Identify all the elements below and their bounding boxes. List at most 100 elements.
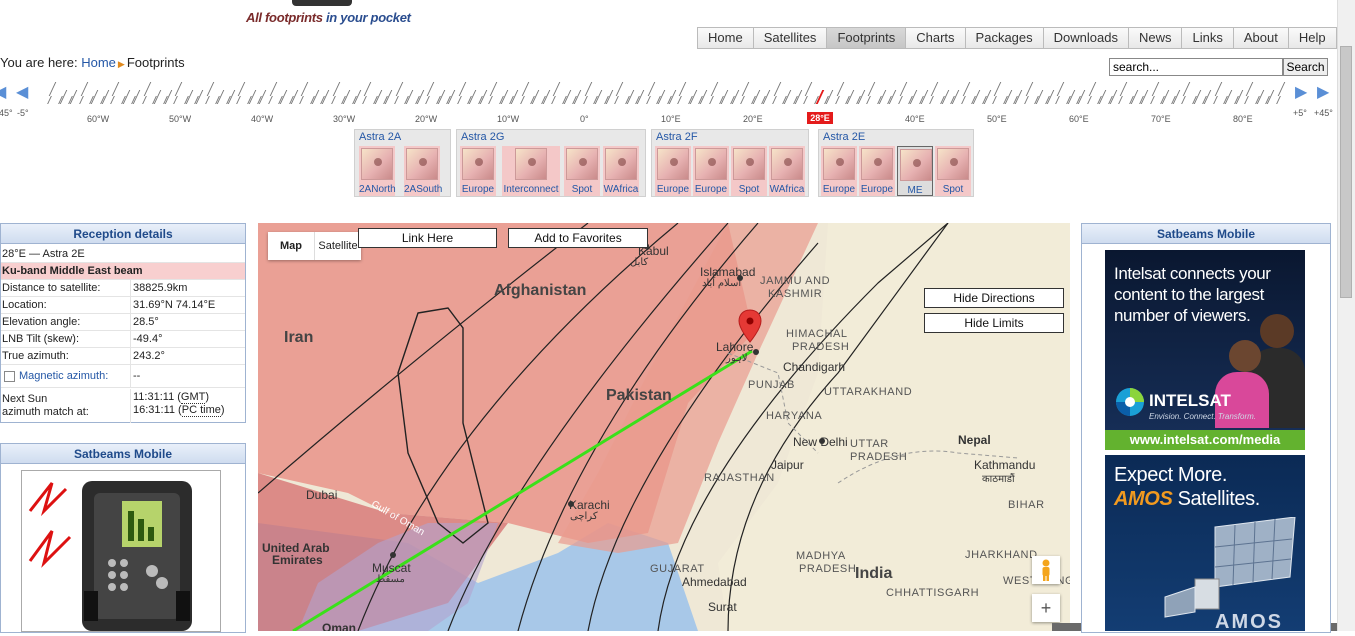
magnetic-azimuth-label[interactable]: Magnetic azimuth: (19, 370, 108, 382)
satellite-group-title[interactable]: Astra 2G (461, 131, 504, 143)
satellite-orbit-tick[interactable] (299, 96, 304, 104)
satellite-orbit-tick[interactable] (394, 96, 399, 104)
satellite-orbit-tick[interactable] (1244, 96, 1249, 104)
satellite-orbit-tick[interactable] (206, 82, 215, 96)
satellite-orbit-tick[interactable] (142, 96, 147, 104)
scroll-left-far-icon[interactable]: ◀ (0, 82, 6, 102)
satellite-orbit-tick[interactable] (80, 82, 89, 96)
nav-charts[interactable]: Charts (906, 28, 966, 48)
satfinder-device-image[interactable] (21, 470, 221, 632)
satellite-orbit-tick[interactable] (583, 96, 588, 104)
beam-thumb[interactable]: 2ANorth (359, 146, 396, 196)
satellite-orbit-tick[interactable] (551, 96, 556, 104)
hide-directions-button[interactable]: Hide Directions (924, 288, 1064, 308)
satellite-orbit-tick[interactable] (804, 82, 813, 96)
satellite-orbit-tick[interactable] (962, 82, 971, 96)
beam-label[interactable]: Europe (821, 184, 857, 195)
beam-label[interactable]: Europe (859, 184, 895, 195)
zoom-in-button[interactable]: + (1032, 594, 1060, 622)
street-view-pegman-icon[interactable] (1032, 556, 1060, 584)
intelsat-ad[interactable]: Intelsat connects your content to the la… (1105, 250, 1305, 450)
satellite-orbit-tick[interactable] (1213, 96, 1218, 104)
scrollbar-thumb[interactable] (1340, 46, 1352, 298)
scroll-left-icon[interactable]: ◀ (16, 82, 28, 102)
satellite-orbit-tick[interactable] (332, 82, 341, 96)
beam-thumb[interactable]: Spot (731, 146, 767, 196)
satellite-orbit-tick[interactable] (174, 82, 183, 96)
beam-thumb[interactable]: Europe (859, 146, 895, 196)
beam-label[interactable]: Europe (693, 184, 729, 195)
location-marker-icon[interactable] (738, 309, 762, 343)
satellite-group-title[interactable]: Astra 2F (656, 131, 698, 143)
satellite-orbit-tick[interactable] (47, 96, 52, 104)
satellite-orbit-tick[interactable] (961, 96, 966, 104)
satellite-orbit-tick[interactable] (584, 82, 593, 96)
satellite-orbit-tick[interactable] (425, 96, 430, 104)
link-here-button[interactable]: Link Here (358, 228, 497, 248)
beam-label[interactable]: Spot (731, 184, 767, 195)
satellite-orbit-tick[interactable] (1025, 82, 1034, 96)
beam-label[interactable]: Spot (935, 184, 971, 195)
beam-thumb[interactable]: Europe (460, 146, 496, 196)
satellite-orbit-tick[interactable] (866, 96, 871, 104)
satellite-orbit-tick[interactable] (489, 82, 498, 96)
satellite-orbit-tick[interactable] (1056, 82, 1065, 96)
satellite-orbit-tick[interactable] (710, 82, 719, 96)
beam-label[interactable]: Europe (655, 184, 691, 195)
beam-label[interactable]: WAfrica (769, 184, 805, 195)
beam-thumb[interactable]: WAfrica (603, 146, 639, 196)
satellite-orbit-tick[interactable] (1024, 96, 1029, 104)
satellite-orbit-tick[interactable] (1151, 82, 1160, 96)
satellite-orbit-tick[interactable] (552, 82, 561, 96)
nav-news[interactable]: News (1128, 28, 1183, 48)
satellite-orbit-tick[interactable] (1088, 82, 1097, 96)
satellite-orbit-tick[interactable] (867, 82, 876, 96)
nav-packages[interactable]: Packages (965, 28, 1044, 48)
beam-label[interactable]: ME (898, 185, 932, 196)
satellite-orbit-tick[interactable] (1277, 82, 1286, 96)
satellite-orbit-tick[interactable] (898, 96, 903, 104)
scroll-right-far-icon[interactable]: ▶ (1317, 82, 1329, 102)
satellite-orbit-tick[interactable] (930, 82, 939, 96)
satellite-orbit-tick[interactable] (929, 96, 934, 104)
satellite-orbit-tick[interactable] (836, 82, 845, 96)
satellite-orbit-tick[interactable] (457, 96, 462, 104)
beam-label[interactable]: WAfrica (603, 184, 639, 195)
beam-thumb[interactable]: Spot (564, 146, 600, 196)
satellite-orbit-tick[interactable] (362, 96, 367, 104)
map-type-map-button[interactable]: Map (268, 232, 315, 260)
beam-label[interactable]: 2ASouth (404, 184, 442, 195)
satellite-orbit-tick[interactable] (835, 96, 840, 104)
satellite-orbit-tick[interactable] (79, 96, 84, 104)
satellite-orbit-tick[interactable] (300, 82, 309, 96)
nav-footprints[interactable]: Footprints (827, 28, 907, 48)
satellite-orbit-tick[interactable] (363, 82, 372, 96)
nav-satellites[interactable]: Satellites (753, 28, 828, 48)
satellite-orbit-tick[interactable] (1055, 96, 1060, 104)
satellite-orbit-tick[interactable] (268, 96, 273, 104)
satellite-orbit-tick[interactable] (773, 82, 782, 96)
satellite-orbit-tick[interactable] (521, 82, 530, 96)
search-button[interactable]: Search (1283, 58, 1328, 76)
beam-label[interactable]: Europe (460, 184, 496, 195)
satellite-orbit-tick[interactable] (615, 82, 624, 96)
map-type-satellite-button[interactable]: Satellite (315, 232, 361, 260)
satellite-orbit-tick[interactable] (520, 96, 525, 104)
nav-help[interactable]: Help (1288, 28, 1337, 48)
beam-label[interactable]: Interconnect (502, 184, 560, 195)
nav-home[interactable]: Home (698, 28, 754, 48)
satellite-orbit-tick[interactable] (1245, 82, 1254, 96)
beam-thumb[interactable]: WAfrica (769, 146, 805, 196)
satellite-orbit-tick[interactable] (1150, 96, 1155, 104)
nav-links[interactable]: Links (1182, 28, 1234, 48)
satellite-orbit-tick[interactable] (1181, 96, 1186, 104)
satellite-orbit-tick[interactable] (269, 82, 278, 96)
satellite-orbit-tick[interactable] (1276, 96, 1281, 104)
satellite-orbit-tick[interactable] (993, 82, 1002, 96)
beam-thumb[interactable]: Spot (935, 146, 971, 196)
satellite-orbit-tick[interactable] (1119, 82, 1128, 96)
scroll-right-icon[interactable]: ▶ (1295, 82, 1307, 102)
satellite-orbit-tick[interactable] (331, 96, 336, 104)
satellite-group-title[interactable]: Astra 2E (823, 131, 865, 143)
coverage-map[interactable]: Kabul کابل Islamabad اسلام آباد Afghanis… (258, 223, 1070, 631)
